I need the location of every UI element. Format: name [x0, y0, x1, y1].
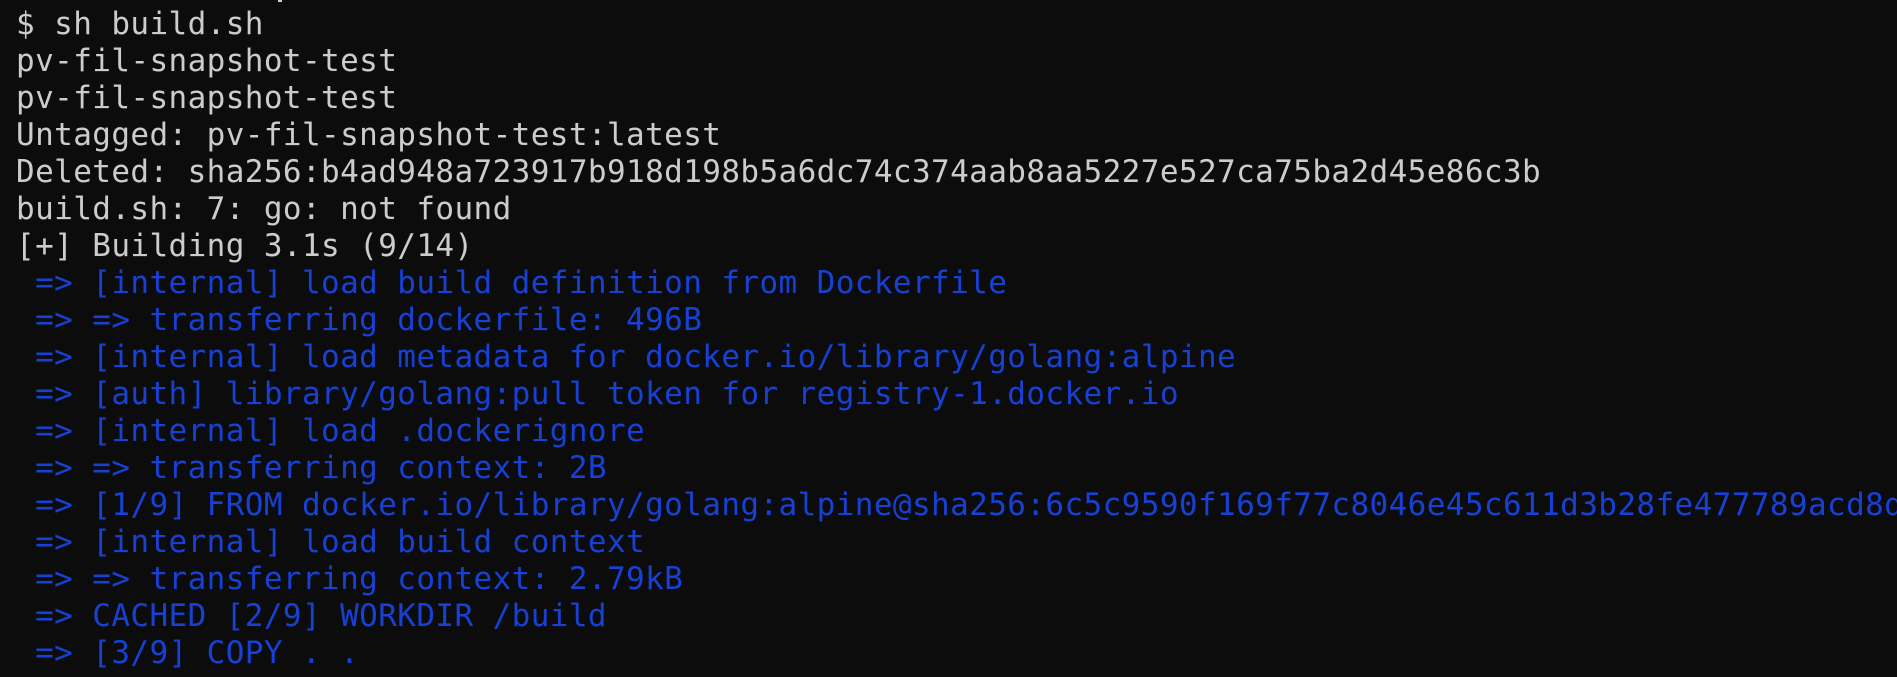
buildkit-step-line: => [1/9] FROM docker.io/library/golang:a…: [16, 487, 1897, 523]
buildkit-step-line: => CACHED [2/9] WORKDIR /build: [16, 598, 607, 634]
buildkit-step-line: => [internal] load build context: [16, 524, 646, 560]
buildkit-step-line: => [internal] load .dockerignore: [16, 413, 646, 449]
buildkit-step-line: => [3/9] COPY . .: [16, 635, 360, 671]
buildkit-step-line: => [auth] library/golang:pull token for …: [16, 376, 1179, 412]
buildkit-step-line: => => transferring context: 2.79kB: [16, 561, 684, 597]
terminal-line-untagged: Untagged: pv-fil-snapshot-test:latest: [16, 117, 722, 153]
clipped-previous-line-fragment: [278, 0, 282, 2]
buildkit-step-line: => [internal] load build definition from…: [16, 265, 1008, 301]
terminal-line-output: pv-fil-snapshot-test: [16, 80, 398, 116]
terminal-window[interactable]: $ sh build.sh pv-fil-snapshot-test pv-fi…: [0, 0, 1897, 677]
terminal-line-error: build.sh: 7: go: not found: [16, 191, 512, 227]
terminal-line-output: pv-fil-snapshot-test: [16, 43, 398, 79]
buildkit-step-line: => => transferring dockerfile: 496B: [16, 302, 703, 338]
terminal-line-command: $ sh build.sh: [16, 6, 264, 42]
terminal-line-build-status: [+] Building 3.1s (9/14): [16, 228, 474, 264]
buildkit-step-line: => [internal] load metadata for docker.i…: [16, 339, 1237, 375]
buildkit-step-line: => => transferring context: 2B: [16, 450, 607, 486]
terminal-line-deleted: Deleted: sha256:b4ad948a723917b918d198b5…: [16, 154, 1542, 190]
